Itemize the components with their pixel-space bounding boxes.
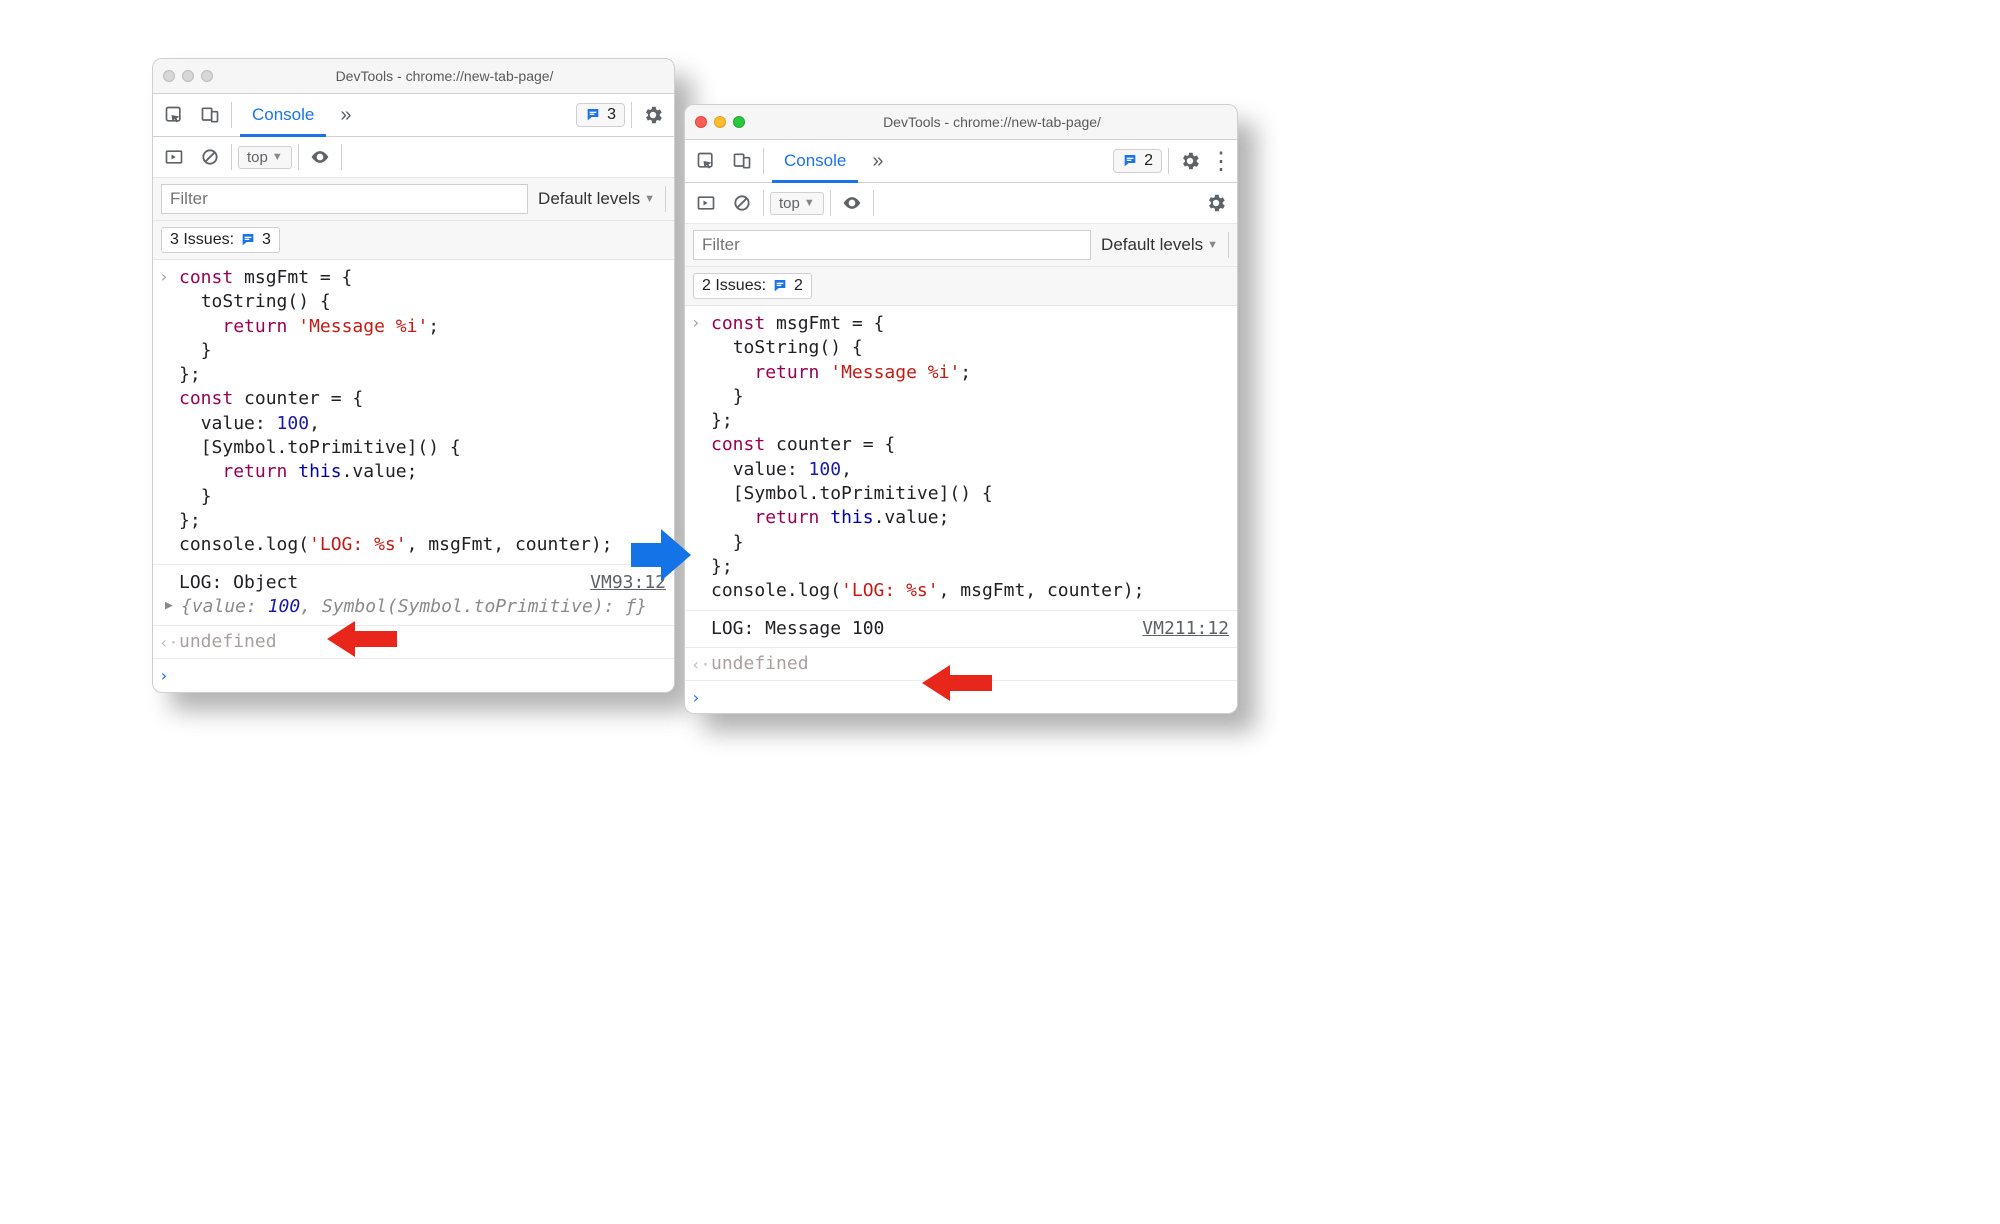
log-levels-selector[interactable]: Default levels ▼ bbox=[1101, 235, 1218, 255]
transition-arrow-icon bbox=[631, 527, 691, 583]
console-toolbar: top ▼ bbox=[153, 137, 674, 178]
dropdown-triangle-icon: ▼ bbox=[272, 151, 283, 163]
issues-badge[interactable]: 2 Issues: 2 bbox=[693, 273, 812, 299]
tabs-issues-pill[interactable]: 2 bbox=[1113, 149, 1162, 173]
traffic-lights[interactable] bbox=[695, 116, 745, 128]
issue-bubble-icon bbox=[240, 232, 256, 248]
clear-console-icon[interactable] bbox=[727, 188, 757, 218]
dropdown-triangle-icon: ▼ bbox=[1207, 239, 1218, 251]
log-levels-selector[interactable]: Default levels ▼ bbox=[538, 189, 655, 209]
prompt-chevron-icon: › bbox=[691, 312, 701, 334]
issue-bubble-icon bbox=[585, 107, 601, 123]
console-toolbar: top ▼ bbox=[685, 183, 1237, 224]
device-mode-icon[interactable] bbox=[727, 146, 757, 176]
maximize-dot-icon[interactable] bbox=[733, 116, 745, 128]
prompt-chevron-icon: › bbox=[159, 665, 169, 687]
filter-input[interactable] bbox=[693, 230, 1091, 260]
dropdown-triangle-icon: ▼ bbox=[804, 197, 815, 209]
minimize-dot-icon[interactable] bbox=[182, 70, 194, 82]
highlight-arrow-icon bbox=[327, 619, 397, 659]
close-dot-icon[interactable] bbox=[163, 70, 175, 82]
filter-input[interactable] bbox=[161, 184, 528, 214]
live-expression-eye-icon[interactable] bbox=[837, 188, 867, 218]
context-selector[interactable]: top ▼ bbox=[238, 146, 292, 169]
prompt-chevron-icon: › bbox=[691, 687, 701, 709]
more-tabs-icon[interactable]: » bbox=[866, 150, 889, 173]
console-body: › const msgFmt = { toString() { return '… bbox=[153, 260, 674, 692]
settings-gear-icon[interactable] bbox=[638, 100, 668, 130]
tab-console[interactable]: Console bbox=[770, 140, 860, 182]
window-title: DevTools - chrome://new-tab-page/ bbox=[225, 68, 664, 84]
toggle-sidebar-icon[interactable] bbox=[691, 188, 721, 218]
entered-code: const msgFmt = { toString() { return 'Me… bbox=[179, 266, 666, 558]
minimize-dot-icon[interactable] bbox=[714, 116, 726, 128]
issues-row: 3 Issues: 3 bbox=[153, 221, 674, 260]
tabs-issues-pill[interactable]: 3 bbox=[576, 103, 625, 127]
window-title: DevTools - chrome://new-tab-page/ bbox=[757, 114, 1227, 130]
devtools-window-before: DevTools - chrome://new-tab-page/ Consol… bbox=[152, 58, 675, 693]
issue-bubble-icon bbox=[1122, 153, 1138, 169]
filter-bar: Default levels ▼ bbox=[153, 178, 674, 221]
console-output-row: LOG: Message 100 VM211:12 bbox=[685, 611, 1237, 648]
tabs-toolbar: Console » 3 bbox=[153, 94, 674, 137]
log-output-text: LOG: Message 100 bbox=[711, 617, 884, 641]
settings-gear-icon[interactable] bbox=[1175, 146, 1205, 176]
console-settings-gear-icon[interactable] bbox=[1201, 188, 1231, 218]
clear-console-icon[interactable] bbox=[195, 142, 225, 172]
maximize-dot-icon[interactable] bbox=[201, 70, 213, 82]
console-prompt-row[interactable]: › bbox=[153, 659, 674, 691]
entered-code: const msgFmt = { toString() { return 'Me… bbox=[711, 312, 1229, 604]
issues-row: 2 Issues: 2 bbox=[685, 267, 1237, 306]
console-input-row[interactable]: › const msgFmt = { toString() { return '… bbox=[685, 306, 1237, 611]
kebab-menu-icon[interactable]: ⋮ bbox=[1211, 146, 1231, 176]
device-mode-icon[interactable] bbox=[195, 100, 225, 130]
undefined-value: undefined bbox=[179, 631, 277, 652]
close-dot-icon[interactable] bbox=[695, 116, 707, 128]
context-selector[interactable]: top ▼ bbox=[770, 192, 824, 215]
dropdown-triangle-icon: ▼ bbox=[644, 193, 655, 205]
result-arrow-icon: ‹· bbox=[159, 632, 178, 654]
prompt-chevron-icon: › bbox=[159, 266, 169, 288]
issue-bubble-icon bbox=[772, 278, 788, 294]
undefined-value: undefined bbox=[711, 653, 809, 674]
console-body: › const msgFmt = { toString() { return '… bbox=[685, 306, 1237, 713]
more-tabs-icon[interactable]: » bbox=[334, 104, 357, 127]
console-result-row: ‹· undefined bbox=[153, 626, 674, 659]
result-arrow-icon: ‹· bbox=[691, 654, 710, 676]
inspect-icon[interactable] bbox=[159, 100, 189, 130]
console-input-row[interactable]: › const msgFmt = { toString() { return '… bbox=[153, 260, 674, 565]
object-preview[interactable]: {value: 100, Symbol(Symbol.toPrimitive):… bbox=[181, 596, 647, 617]
source-link[interactable]: VM211:12 bbox=[1142, 617, 1229, 641]
expand-triangle-icon[interactable]: ▶ bbox=[165, 597, 173, 615]
live-expression-eye-icon[interactable] bbox=[305, 142, 335, 172]
toggle-sidebar-icon[interactable] bbox=[159, 142, 189, 172]
filter-bar: Default levels ▼ bbox=[685, 224, 1237, 267]
titlebar: DevTools - chrome://new-tab-page/ bbox=[153, 59, 674, 94]
tabs-toolbar: Console » 2 ⋮ bbox=[685, 140, 1237, 183]
issues-badge[interactable]: 3 Issues: 3 bbox=[161, 227, 280, 253]
titlebar: DevTools - chrome://new-tab-page/ bbox=[685, 105, 1237, 140]
traffic-lights[interactable] bbox=[163, 70, 213, 82]
inspect-icon[interactable] bbox=[691, 146, 721, 176]
devtools-window-after: DevTools - chrome://new-tab-page/ Consol… bbox=[684, 104, 1238, 714]
log-output-text: LOG: Object bbox=[179, 571, 298, 595]
highlight-arrow-icon bbox=[922, 663, 992, 703]
tab-console[interactable]: Console bbox=[238, 94, 328, 136]
console-output-row: LOG: Object VM93:12 ▶ {value: 100, Symbo… bbox=[153, 565, 674, 627]
